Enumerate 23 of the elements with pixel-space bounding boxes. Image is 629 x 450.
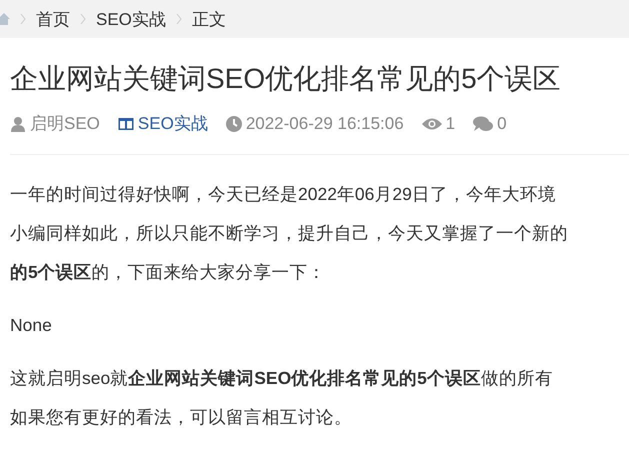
paragraph-line: 小编同样如此，所以只能不断学习，提升自己，今天又掌握了一个新的 bbox=[10, 222, 569, 245]
author-link[interactable]: 启明SEO bbox=[30, 112, 100, 135]
comment-count: 0 bbox=[497, 114, 507, 134]
breadcrumb-link[interactable]: 首页 bbox=[36, 8, 70, 30]
category-link[interactable]: SEO实战 bbox=[138, 112, 208, 135]
post-date: 2022-06-29 16:15:06 bbox=[246, 114, 404, 134]
paragraph-line: 如果您有更好的看法，可以留言相互讨论。 bbox=[10, 406, 353, 429]
article-title: 企业网站关键词SEO优化排名常见的5个误区 bbox=[10, 62, 562, 96]
chevron-icon bbox=[80, 13, 86, 25]
breadcrumb-link[interactable]: SEO实战 bbox=[96, 8, 166, 30]
chevron-icon bbox=[20, 13, 26, 25]
home-icon[interactable] bbox=[0, 12, 10, 26]
view-count: 1 bbox=[446, 114, 456, 134]
paragraph-line: 一年的时间过得好快啊，今天已经是2022年06月29日了，今年大环境 bbox=[10, 183, 557, 206]
eye-icon bbox=[422, 116, 442, 132]
user-icon bbox=[10, 116, 26, 132]
paragraph-line: None bbox=[10, 314, 53, 337]
paragraph-line: 这就启明seo就企业网站关键词SEO优化排名常见的5个误区做的所有 bbox=[10, 367, 554, 390]
clock-icon bbox=[226, 116, 242, 132]
comments-icon bbox=[473, 116, 494, 132]
paragraph-line: 的5个误区的，下面来给大家分享一下： bbox=[10, 261, 327, 284]
chevron-icon bbox=[176, 13, 182, 25]
columns-icon bbox=[118, 116, 134, 132]
